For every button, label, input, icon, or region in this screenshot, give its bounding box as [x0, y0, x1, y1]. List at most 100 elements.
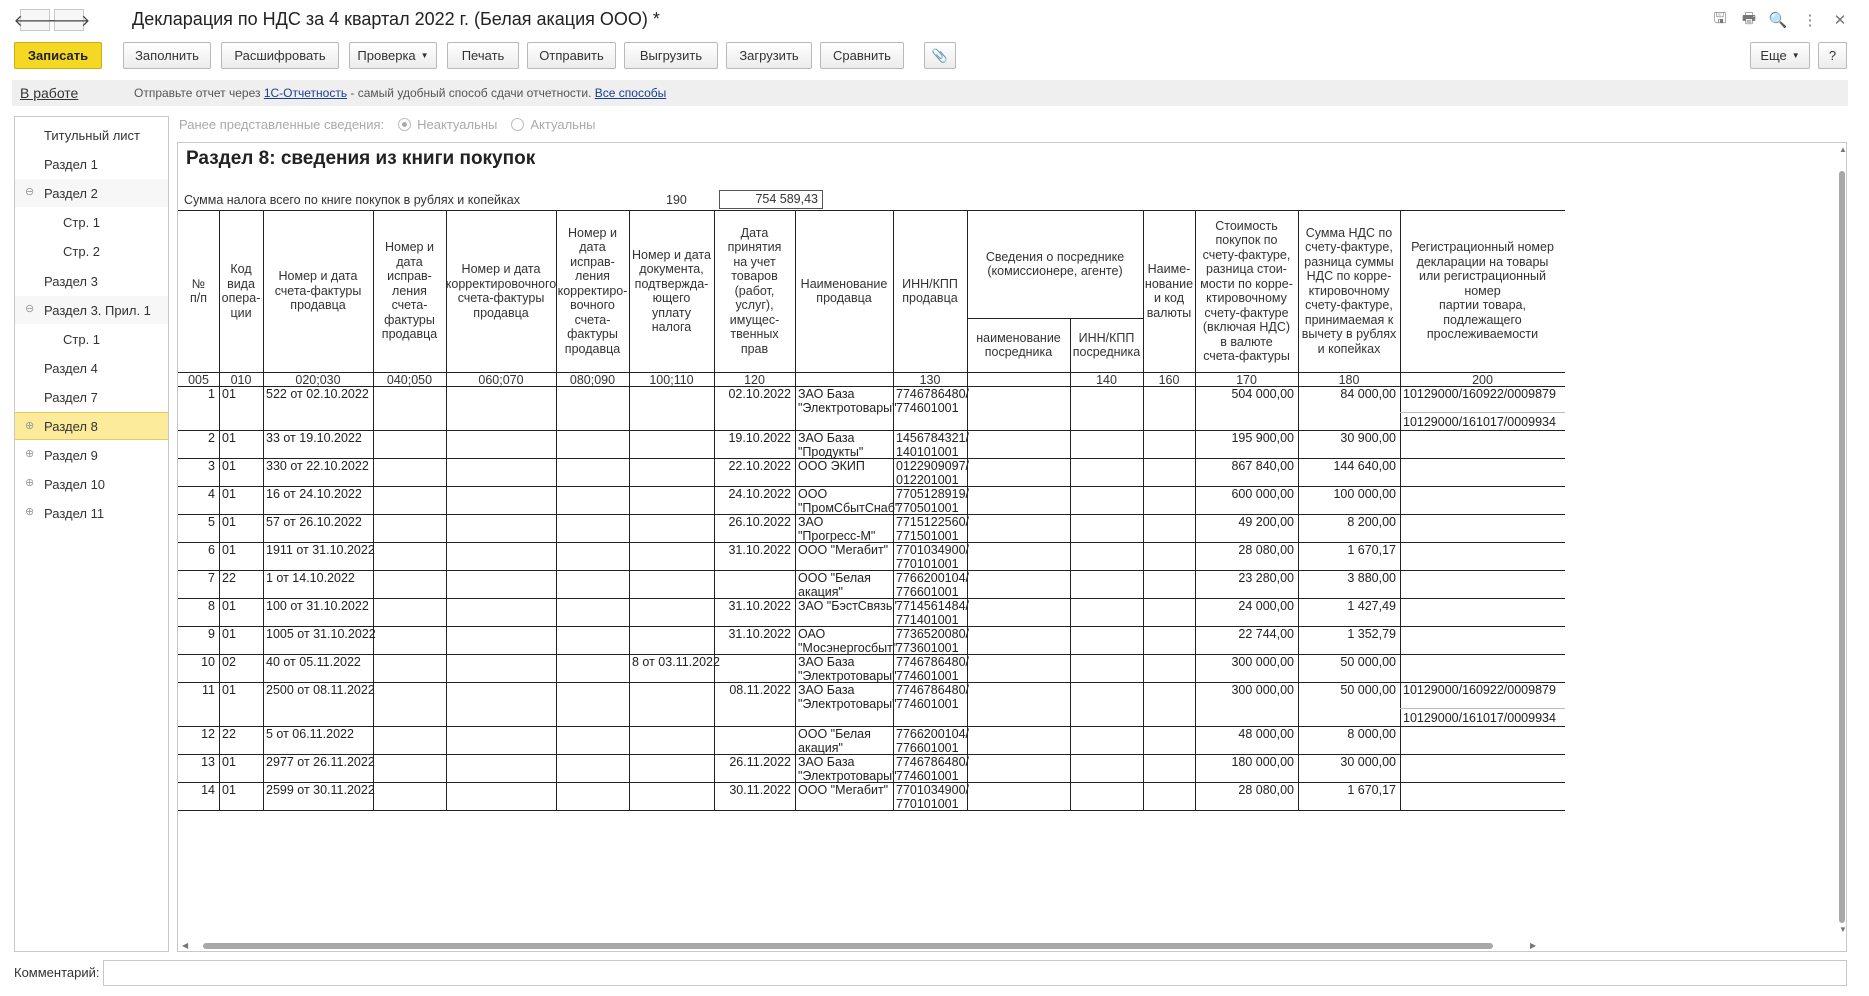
invoice-number: 2500 от 08.11.2022 [266, 683, 375, 697]
check-label: Проверка [357, 48, 416, 63]
seller-inn: 7746786480/ [896, 683, 969, 697]
sidebar-item[interactable]: Раздел 1 [15, 150, 168, 178]
prev-info-label: Ранее представленные сведения: [179, 117, 385, 132]
report-document: Раздел 8: сведения из книги покупок Сумм… [177, 142, 1847, 952]
row-number: 1 [208, 387, 215, 401]
sidebar-item[interactable]: Стр. 1 [15, 325, 168, 353]
title-bar: 🡐 🡒 Декларация по НДС за 4 квартал 2022 … [0, 0, 1869, 40]
save-record-button[interactable]: Записать [14, 42, 102, 69]
sidebar-item[interactable]: ⊕ Раздел 11 [15, 499, 168, 527]
expand-icon[interactable]: ⊕ [25, 449, 36, 460]
sum-value-field[interactable]: 754 589,43 [719, 190, 823, 209]
check-button[interactable]: Проверка ▼ [349, 42, 437, 69]
preview-icon[interactable]: 🔍 [1769, 11, 1788, 29]
column-code: 140 [1096, 373, 1117, 387]
operation-code: 22 [222, 727, 236, 741]
expand-icon[interactable]: ⊕ [25, 478, 36, 489]
sidebar-item[interactable]: ⊕ Раздел 8 [15, 412, 168, 440]
seller-name: ЗАО [798, 515, 824, 529]
import-button[interactable]: Загрузить [726, 42, 812, 69]
column-header: Номер и дата счета-фактуры продавца [274, 269, 362, 313]
info-text: Отправьте отчет через 1С-Отчетность - са… [134, 86, 666, 100]
sidebar-item[interactable]: ⊕ Раздел 9 [15, 441, 168, 469]
operation-code: 22 [222, 571, 236, 585]
reporting-link[interactable]: 1С-Отчетность [264, 86, 347, 100]
scroll-down-icon[interactable]: ▼ [1839, 925, 1846, 934]
scroll-up-icon[interactable]: ▲ [1839, 145, 1846, 154]
decode-button[interactable]: Расшифровать [221, 42, 339, 69]
seller-name: ОАО [798, 627, 826, 641]
vat-amount: 30 900,00 [1340, 431, 1396, 445]
operation-code: 01 [222, 599, 236, 613]
purchase-cost: 600 000,00 [1231, 487, 1294, 501]
radio-actual[interactable] [511, 118, 525, 131]
comment-label: Комментарий: [14, 965, 100, 980]
operation-code: 01 [222, 487, 236, 501]
sidebar-item[interactable]: Титульный лист [15, 121, 168, 149]
export-button[interactable]: Выгрузить [624, 42, 718, 69]
purchase-cost: 180 000,00 [1231, 755, 1294, 769]
compare-button[interactable]: Сравнить [820, 42, 904, 69]
invoice-number: 1 от 14.10.2022 [266, 571, 355, 585]
print-button[interactable]: Печать [447, 42, 519, 69]
seller-name: ООО "Белая [798, 571, 871, 585]
sidebar-item[interactable]: Раздел 4 [15, 354, 168, 382]
comment-input[interactable] [103, 960, 1847, 986]
sidebar-item-label: Стр. 2 [63, 243, 101, 259]
sidebar-item-label: Раздел 3 [44, 273, 98, 289]
column-code: 010 [230, 373, 252, 387]
sidebar-item[interactable]: Стр. 2 [15, 237, 168, 265]
send-button[interactable]: Отправить [527, 42, 616, 69]
seller-inn: 7714561484/ [896, 599, 969, 613]
section-title: Раздел 8: сведения из книги покупок [186, 148, 536, 169]
status-link[interactable]: В работе [20, 85, 78, 101]
more-vert-icon[interactable]: ⋮ [1801, 11, 1819, 29]
declaration-number: 10129000/160922/0009879 [1403, 387, 1556, 401]
collapse-icon[interactable]: ⊖ [25, 304, 36, 315]
more-button[interactable]: Еще ▼ [1750, 42, 1810, 69]
invoice-number: 57 от 26.10.2022 [266, 515, 362, 529]
vertical-scroll-thumb[interactable] [1839, 171, 1845, 923]
all-methods-link[interactable]: Все способы [595, 86, 667, 100]
purchase-cost: 28 080,00 [1238, 783, 1294, 797]
radio-outdated[interactable] [398, 118, 412, 131]
operation-code: 01 [222, 683, 236, 697]
attach-button[interactable]: 📎 [924, 42, 956, 69]
purchase-cost: 300 000,00 [1231, 683, 1294, 697]
scroll-left-icon[interactable]: ◀ [182, 941, 188, 950]
declaration-number: 10129000/161017/0009934 [1403, 415, 1556, 429]
help-button[interactable]: ? [1818, 42, 1847, 69]
fill-button[interactable]: Заполнить [123, 42, 211, 69]
sidebar-item-label: Раздел 3. Прил. 1 [44, 302, 151, 318]
sidebar-item[interactable]: Раздел 3 [15, 267, 168, 295]
sidebar-item[interactable]: Стр. 1 [15, 208, 168, 236]
expand-icon[interactable]: ⊕ [25, 421, 36, 432]
vat-amount: 50 000,00 [1340, 683, 1396, 697]
purchase-cost: 49 200,00 [1238, 515, 1294, 529]
vat-amount: 100 000,00 [1333, 487, 1396, 501]
expand-icon[interactable]: ⊕ [25, 507, 36, 518]
sidebar-item[interactable]: ⊖ Раздел 2 [15, 179, 168, 207]
print-icon[interactable]: 🖶 [1740, 10, 1758, 29]
column-header: Сумма НДС по счету-фактуре, разница сумм… [1301, 225, 1397, 356]
vat-amount: 50 000,00 [1340, 655, 1396, 669]
toolbar: Записать Заполнить Расшифровать Проверка… [0, 42, 1869, 72]
vat-amount: 1 670,17 [1347, 783, 1396, 797]
info-bar: В работе Отправьте отчет через 1С-Отчетн… [12, 80, 1848, 106]
close-icon[interactable]: ✕ [1831, 11, 1849, 29]
save-icon[interactable]: 🖫 [1711, 10, 1729, 29]
horizontal-scroll-thumb[interactable] [203, 943, 1493, 949]
reg-split-line [1400, 708, 1565, 709]
row-number: 14 [201, 783, 215, 797]
reg-split-line [1400, 412, 1565, 413]
acceptance-date: 31.10.2022 [728, 627, 791, 641]
sidebar-item[interactable]: Раздел 7 [15, 383, 168, 411]
acceptance-date: 22.10.2022 [728, 459, 791, 473]
back-button[interactable]: 🡐 [14, 9, 56, 31]
collapse-icon[interactable]: ⊖ [25, 187, 36, 198]
column-header: ИНН/КПП продавца [902, 276, 958, 306]
scroll-right-icon[interactable]: ▶ [1530, 941, 1536, 950]
sidebar-item[interactable]: ⊖ Раздел 3. Прил. 1 [15, 296, 168, 324]
forward-button[interactable]: 🡒 [48, 9, 90, 31]
sidebar-item[interactable]: ⊕ Раздел 10 [15, 470, 168, 498]
